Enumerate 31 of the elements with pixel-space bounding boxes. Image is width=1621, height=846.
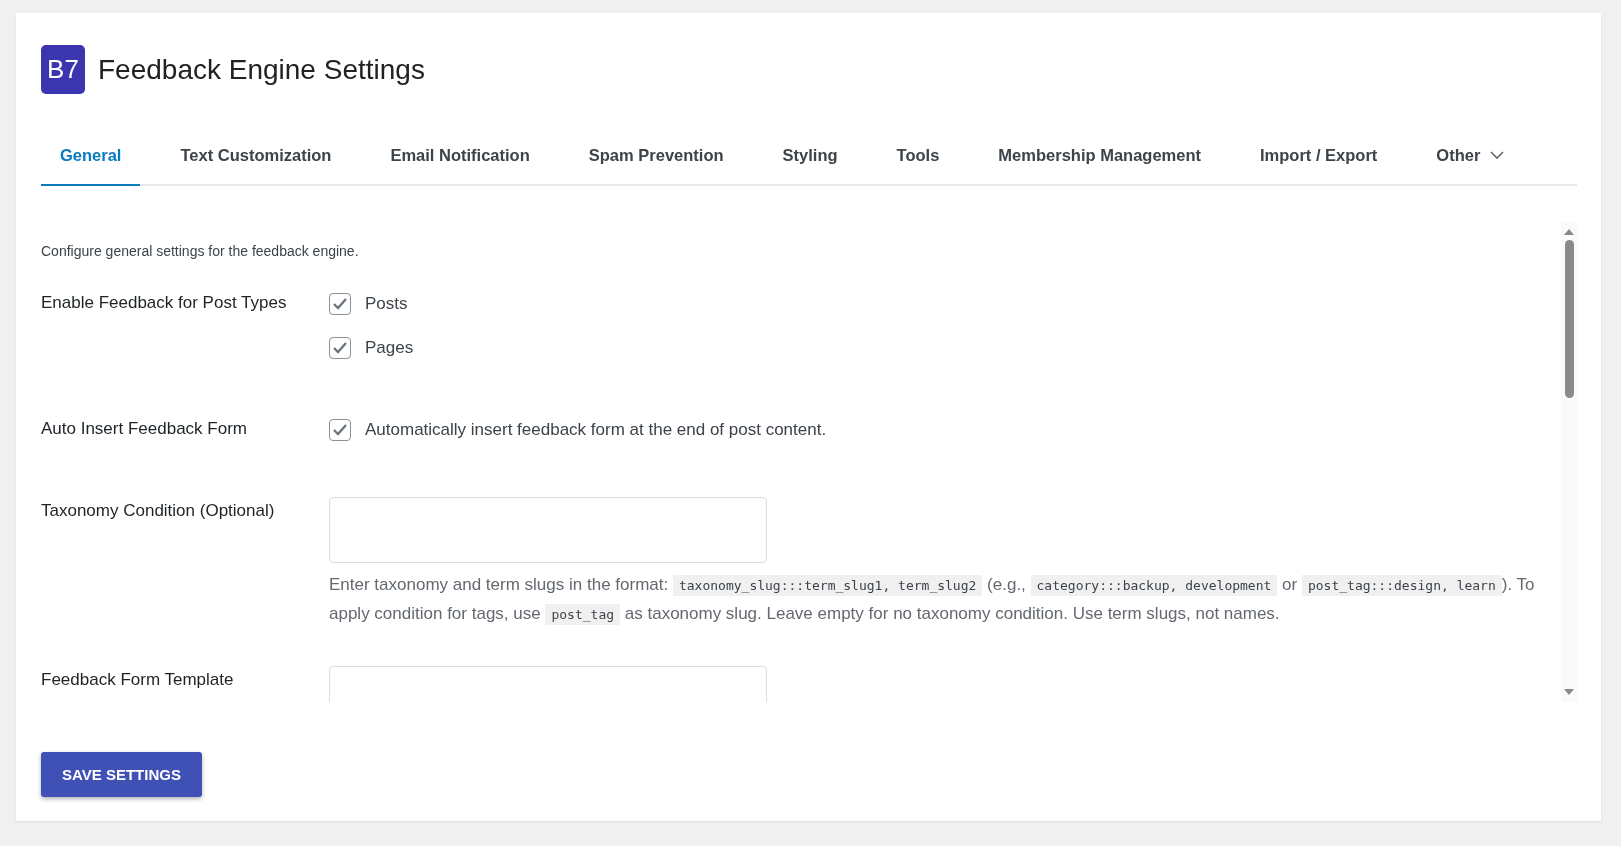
checkbox-label: Posts xyxy=(365,294,408,314)
checkbox-label: Automatically insert feedback form at the end of post content. xyxy=(365,420,827,440)
page-title: Feedback Engine Settings xyxy=(98,53,425,86)
checkbox[interactable] xyxy=(329,419,351,441)
section-description: Configure general settings for the feedback engine. xyxy=(41,243,360,259)
tab[interactable]: Tools xyxy=(877,132,959,186)
help-text: Enter taxonomy and term slugs in the format: taxonomy_slug:::term_slug1, term_slug2 (e.g., category:::backup, development or post_tag:::design, learn ). To apply condition for tags, use post_tag as taxonomy slug. Leave empty for no taxonomy condition. Use term slugs, not names. xyxy=(329,574,1536,627)
tab[interactable]: General xyxy=(41,132,141,186)
checkmark-icon xyxy=(332,423,348,437)
checkmark-icon xyxy=(332,341,348,355)
scroll-up-arrow-icon[interactable] xyxy=(1563,228,1575,236)
tab[interactable]: Text Customization xyxy=(161,132,351,186)
checkbox-label: Pages xyxy=(365,338,414,358)
checkmark-icon xyxy=(332,297,348,311)
scroll-down-arrow-icon[interactable] xyxy=(1563,688,1575,696)
checkbox[interactable] xyxy=(329,293,351,315)
tab[interactable]: Import / Export xyxy=(1241,132,1397,186)
save-settings-button[interactable]: SAVE SETTINGS xyxy=(41,752,202,797)
setting-label: Taxonomy Condition (Optional) xyxy=(41,500,276,522)
scrollbar[interactable] xyxy=(1561,222,1577,702)
tab[interactable]: Membership Management xyxy=(979,132,1220,186)
tab[interactable]: Other xyxy=(1417,132,1524,186)
tab[interactable]: Spam Prevention xyxy=(569,132,743,186)
setting-label: Enable Feedback for Post Types xyxy=(41,292,288,314)
setting-label: Auto Insert Feedback Form xyxy=(41,418,248,440)
checkbox[interactable] xyxy=(329,337,351,359)
tab[interactable]: Email Notification xyxy=(371,132,549,186)
logo-badge: B7 xyxy=(41,45,85,94)
tab[interactable]: Styling xyxy=(763,132,857,186)
setting-label: Feedback Form Template xyxy=(41,669,235,691)
scrollbar-thumb[interactable] xyxy=(1564,240,1574,398)
